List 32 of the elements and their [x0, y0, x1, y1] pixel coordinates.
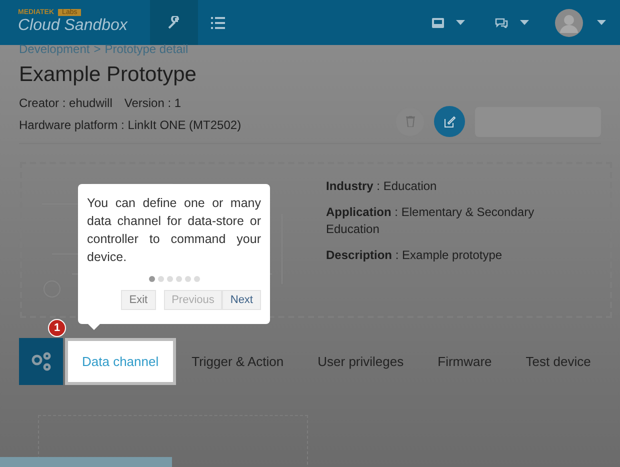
- tab[interactable]: Test device: [514, 338, 613, 385]
- caret-icon: [597, 20, 606, 25]
- chat-icon: [495, 18, 508, 28]
- user-menu[interactable]: [555, 8, 606, 36]
- detail-text: Application : Elementary & Secondary Education: [326, 204, 536, 238]
- inbox-icon: [432, 18, 444, 28]
- inbox-dropdown[interactable]: [432, 18, 465, 28]
- wrench-icon[interactable]: [150, 0, 198, 45]
- trash-icon: [406, 116, 414, 128]
- tour-text: You can define one or many data channel for data-store or controller to command your device.: [87, 195, 261, 266]
- hardware-platform: Hardware platform : LinkIt ONE (MT2502): [19, 117, 242, 134]
- tour-button[interactable]: Next: [222, 290, 261, 310]
- page-title: Example Prototype: [19, 62, 198, 88]
- tab[interactable]: Data channel: [65, 338, 176, 385]
- tab[interactable]: Firmware: [426, 338, 514, 385]
- caret-icon: [456, 20, 465, 25]
- step-badge: 1: [48, 319, 66, 337]
- tab[interactable]: Trigger & Action: [180, 338, 306, 385]
- detail-text: Industry : Education: [326, 178, 438, 195]
- meta-text: Version : 1: [124, 95, 182, 112]
- avatar-icon: [555, 8, 583, 36]
- tab[interactable]: User privileges: [306, 338, 426, 385]
- edit-button[interactable]: [434, 106, 465, 138]
- breadcrumb-separator: >: [94, 43, 101, 55]
- edit-icon: [444, 116, 456, 128]
- detail-text: Description : Example prototype: [326, 247, 504, 264]
- chat-dropdown[interactable]: [495, 18, 529, 28]
- tour-button[interactable]: Exit: [121, 290, 156, 310]
- product-name: Cloud Sandbox: [18, 16, 129, 36]
- settings-icon[interactable]: [19, 338, 63, 385]
- meta-text: Creator : ehudwill: [19, 95, 112, 112]
- caret-icon: [520, 20, 529, 25]
